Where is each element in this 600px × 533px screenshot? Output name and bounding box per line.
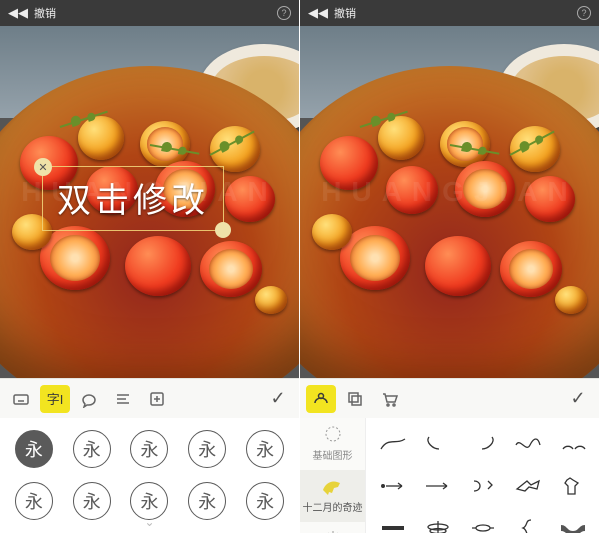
shape-arrow-line[interactable]	[423, 475, 453, 497]
watermark: HUANGJIAN	[300, 176, 599, 208]
font-gallery[interactable]: 永永永永永永永永永永 ⌄	[0, 418, 299, 533]
layers-icon	[346, 390, 364, 408]
shape-gallery[interactable]: 基础图形 十二月的奇迹 装饰包	[300, 418, 599, 533]
font-option[interactable]: 永	[246, 482, 284, 520]
text-overlay[interactable]: ✕ 双击修改	[42, 166, 224, 231]
font-option[interactable]: 永	[73, 430, 111, 468]
speech-icon	[80, 390, 98, 408]
keyboard-button[interactable]	[6, 385, 36, 413]
overlay-text[interactable]: 双击修改	[57, 173, 209, 222]
right-pane: ◀◀ 撤销 ? HUANGJIAN	[300, 0, 600, 533]
cart-button[interactable]	[374, 385, 404, 413]
font-option[interactable]: 永	[246, 430, 284, 468]
category-deco[interactable]: 装饰包	[300, 522, 365, 533]
confirm-button[interactable]: ✓	[563, 385, 593, 413]
shape-arrow-open[interactable]	[513, 475, 543, 497]
toolbar-right: ✓	[300, 378, 599, 418]
shape-curve-l[interactable]	[423, 433, 453, 455]
resize-handle-icon[interactable]	[215, 222, 231, 238]
font-option[interactable]: 永	[15, 430, 53, 468]
speech-button[interactable]	[74, 385, 104, 413]
close-icon[interactable]: ✕	[34, 158, 52, 176]
align-button[interactable]	[108, 385, 138, 413]
shape-hook[interactable]	[468, 475, 498, 497]
text-mode-button[interactable]: 字I	[40, 385, 70, 413]
help-icon[interactable]: ?	[577, 6, 591, 20]
toolbar-left: 字I ✓	[0, 378, 299, 418]
sparkle-icon	[320, 528, 346, 533]
category-basic[interactable]: 基础图形	[300, 418, 365, 470]
undo-label[interactable]: 撤销	[34, 5, 56, 21]
add-button[interactable]	[142, 385, 172, 413]
shape-ribbon[interactable]	[558, 517, 588, 533]
shape-dragonfly[interactable]	[423, 517, 453, 533]
shapes-button[interactable]	[306, 385, 336, 413]
left-pane: ◀◀ 撤销 ? HUANGJIAN ✕ 双	[0, 0, 300, 533]
shape-arrow-dot[interactable]	[378, 475, 408, 497]
shape-grid	[366, 418, 599, 533]
font-option[interactable]: 永	[130, 430, 168, 468]
topbar: ◀◀ 撤销 ?	[0, 0, 299, 26]
shape-knot[interactable]	[468, 517, 498, 533]
chevron-down-icon[interactable]: ⌄	[144, 515, 154, 529]
shape-brace[interactable]	[513, 517, 543, 533]
shape-shirt[interactable]	[558, 475, 588, 497]
font-option[interactable]: 永	[188, 430, 226, 468]
image-canvas[interactable]: HUANGJIAN	[300, 26, 599, 378]
image-canvas[interactable]: HUANGJIAN ✕ 双击修改	[0, 26, 299, 378]
align-icon	[114, 390, 132, 408]
deer-icon	[320, 476, 346, 496]
category-sidebar: 基础图形 十二月的奇迹 装饰包	[300, 418, 366, 533]
confirm-button[interactable]: ✓	[263, 385, 293, 413]
back-icon[interactable]: ◀◀	[8, 5, 28, 21]
shape-arc-set[interactable]	[558, 433, 588, 455]
cart-icon	[380, 390, 398, 408]
font-option[interactable]: 永	[15, 482, 53, 520]
undo-label[interactable]: 撤销	[334, 5, 356, 21]
font-option[interactable]: 永	[73, 482, 111, 520]
help-icon[interactable]: ?	[277, 6, 291, 20]
shape-bar[interactable]	[378, 517, 408, 533]
font-option[interactable]: 永	[188, 482, 226, 520]
layers-button[interactable]	[340, 385, 370, 413]
shapes-icon	[312, 390, 330, 408]
shape-curve-r[interactable]	[468, 433, 498, 455]
category-december[interactable]: 十二月的奇迹	[300, 470, 365, 522]
circle-dash-icon	[320, 424, 346, 444]
plus-square-icon	[148, 390, 166, 408]
topbar: ◀◀ 撤销 ?	[300, 0, 599, 26]
back-icon[interactable]: ◀◀	[308, 5, 328, 21]
shape-swoosh[interactable]	[378, 433, 408, 455]
keyboard-icon	[12, 390, 30, 408]
shape-wave[interactable]	[513, 433, 543, 455]
